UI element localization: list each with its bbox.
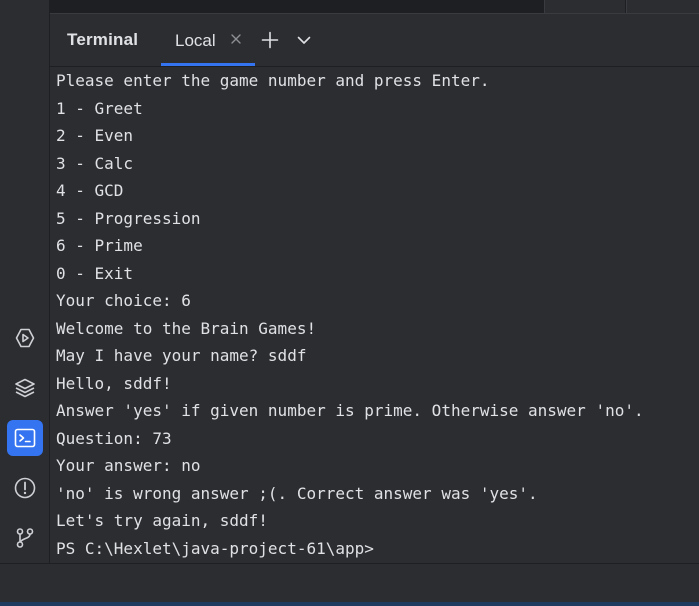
terminal-line: 1 - Greet [56,98,143,118]
tab-options-button[interactable] [293,29,315,51]
terminal-icon [14,428,36,448]
close-icon[interactable] [229,32,243,46]
active-tab-indicator [161,63,255,66]
terminal-line: 6 - Prime [56,236,143,255]
terminal-line: Your choice: 6 [56,291,191,310]
terminal-line: Question: 73 [56,428,172,448]
ide-window: Terminal Local Please enter the game num… [0,0,699,606]
terminal-prompt[interactable]: PS C:\Hexlet\java-project-61\app> [56,535,374,562]
git-tool-button[interactable] [7,520,43,556]
editor-tab-placeholder[interactable] [544,0,625,13]
status-bar [0,563,699,603]
layers-icon [15,378,35,398]
run-icon [15,328,35,348]
editor-tab-placeholder[interactable] [626,0,699,13]
terminal-line: 2 - Even [56,126,134,145]
terminal-line: 0 - Exit [56,263,134,283]
terminal-line: Let's try again, sddf! [56,511,268,530]
terminal-line: 5 - Progression [56,208,201,228]
run-tool-button[interactable] [7,320,43,356]
problems-tool-button[interactable] [7,470,43,506]
terminal-line: 'no' is wrong answer ;(. Correct answer … [56,483,538,503]
terminal-line: Your answer: no [56,456,201,475]
git-icon [16,528,34,548]
left-tool-strip [0,0,50,563]
editor-top-strip [50,0,699,14]
terminal-line: Answer 'yes' if given number is prime. O… [56,401,644,420]
plus-icon [261,31,279,49]
terminal-line: 3 - Calc [56,153,134,173]
tool-window-title: Terminal [67,30,139,49]
terminal-line: Please enter the game number and press E… [56,71,490,90]
terminal-line: Hello, sddf! [56,373,172,393]
terminal-line: Welcome to the Brain Games! [56,318,317,338]
tab-label: Local [175,31,216,50]
terminal-tool-window-header: Terminal Local [50,14,699,67]
chevron-down-icon [297,36,311,44]
terminal-line: 4 - GCD [56,181,124,200]
terminal-tool-button[interactable] [7,420,43,456]
layers-tool-button[interactable] [7,370,43,406]
new-tab-button[interactable] [259,29,281,51]
tab-local[interactable]: Local [161,14,255,66]
window-bottom-edge [0,602,699,606]
problems-icon [14,477,36,499]
terminal-line: May I have your name? sddf [56,346,307,365]
terminal-output[interactable]: Please enter the game number and press E… [50,67,699,563]
